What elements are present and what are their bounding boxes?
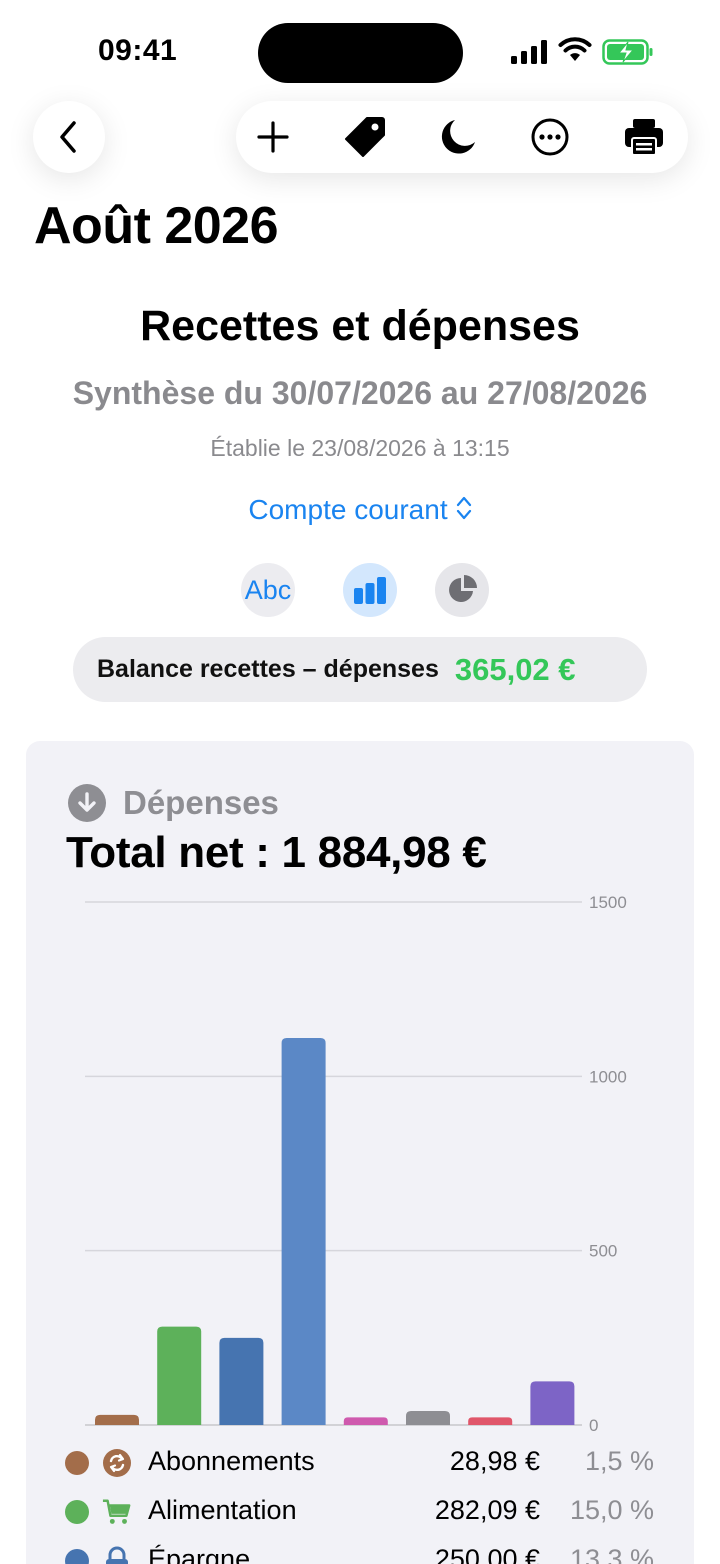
status-time: 09:41 [98, 34, 178, 67]
balance-summary: Balance recettes – dépenses 365,02 € [73, 637, 647, 702]
back-button[interactable] [33, 101, 105, 173]
chart-bar[interactable] [95, 1414, 139, 1425]
balance-value: 365,02 € [454, 651, 576, 687]
toolbar [236, 101, 688, 173]
pie-chart-view-button[interactable] [435, 563, 489, 617]
legend-amount: 28,98 € [449, 1446, 540, 1476]
report-date-range: Synthèse du 30/07/2026 au 27/08/2026 [72, 375, 648, 411]
text-view-label: Abc [244, 574, 292, 605]
moon-icon [441, 120, 475, 154]
y-tick-label: 500 [589, 1242, 617, 1261]
wifi-icon [558, 37, 592, 61]
report-generated-date: Établie le 23/08/2026 à 13:15 [210, 435, 510, 461]
arrow-down-circle-icon [68, 784, 106, 822]
expenses-total: Total net : 1 884,98 € [66, 828, 487, 877]
print-button[interactable] [622, 115, 666, 159]
plus-icon [257, 121, 289, 153]
chart-bar[interactable] [219, 1337, 264, 1425]
pie-chart-icon [449, 575, 477, 602]
add-button[interactable] [251, 115, 295, 159]
legend-color-dot [65, 1549, 89, 1564]
account-selector-label: Compte courant [248, 494, 448, 525]
chart-bar[interactable] [468, 1417, 513, 1425]
chevron-left-icon [60, 121, 76, 153]
legend-row[interactable]: Épargne 250,00 € 13,3 % [0, 1538, 720, 1564]
page-title: Août 2026 [34, 197, 279, 255]
lock-icon [102, 1546, 132, 1564]
legend-category-name: Épargne [148, 1544, 251, 1564]
dark-mode-button[interactable] [436, 115, 480, 159]
expenses-heading: Dépenses [123, 784, 279, 821]
legend-color-dot [65, 1451, 89, 1475]
legend-color-dot [65, 1500, 89, 1524]
chevron-up-down-icon [456, 495, 472, 528]
legend-percent: 1,5 % [584, 1446, 654, 1476]
legend-amount: 282,09 € [434, 1495, 540, 1525]
repeat-icon [102, 1448, 132, 1478]
legend-percent: 15,0 % [569, 1495, 654, 1525]
y-tick-label: 1000 [589, 1067, 627, 1086]
legend-percent: 13,3 % [569, 1544, 654, 1564]
expenses-bar-chart: 0 500 1000 1500 [85, 893, 627, 1435]
report-title: Recettes et dépenses [140, 302, 580, 350]
legend-row[interactable]: Abonnements 28,98 € 1,5 % [0, 1440, 720, 1488]
balance-label: Balance recettes – dépenses [97, 655, 439, 683]
chart-bar[interactable] [281, 1037, 326, 1425]
tag-icon [345, 117, 385, 157]
cart-icon [102, 1497, 132, 1527]
bar-chart-icon [354, 577, 386, 604]
chart-bar[interactable] [157, 1326, 202, 1425]
more-button[interactable] [528, 115, 572, 159]
y-tick-label: 0 [589, 1416, 598, 1435]
legend-category-name: Abonnements [148, 1446, 315, 1476]
ellipsis-circle-icon [531, 118, 569, 156]
bar-chart-view-button[interactable] [343, 563, 397, 617]
battery-charging-icon [602, 39, 653, 65]
legend-amount: 250,00 € [434, 1544, 540, 1564]
printer-icon [625, 119, 663, 156]
expenses-header: Dépenses [68, 783, 279, 823]
chart-bar[interactable] [530, 1381, 575, 1425]
text-view-button[interactable]: Abc [241, 563, 295, 617]
account-selector[interactable]: Compte courant [0, 494, 720, 528]
status-bar: 09:41 [0, 0, 720, 100]
legend-category-name: Alimentation [148, 1495, 297, 1525]
chart-bar[interactable] [343, 1417, 388, 1425]
y-tick-label: 1500 [589, 893, 627, 912]
cellular-signal-icon [511, 40, 547, 64]
legend-row[interactable]: Alimentation 282,09 € 15,0 % [0, 1489, 720, 1537]
chart-bar[interactable] [406, 1411, 450, 1425]
tag-button[interactable] [343, 115, 387, 159]
dynamic-island [258, 23, 463, 83]
